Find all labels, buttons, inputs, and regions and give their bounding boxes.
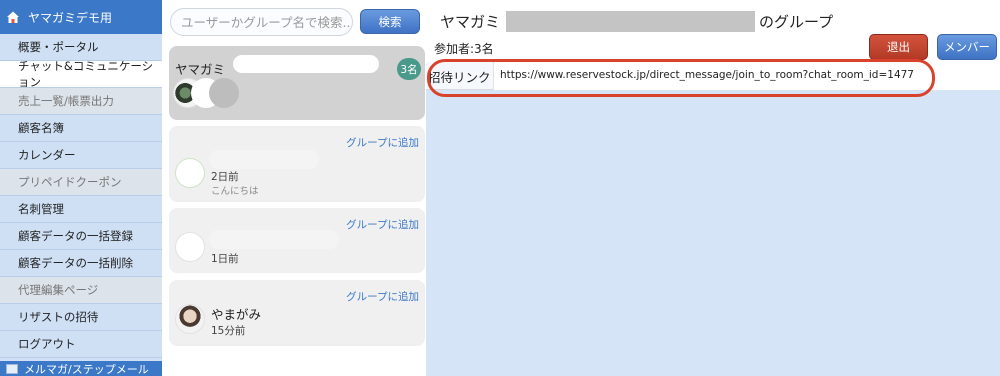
chat-list-item[interactable]: グループに追加 1日前 <box>169 208 425 273</box>
room-title-suffix: のグループ <box>759 13 834 31</box>
avatar <box>175 304 205 334</box>
sidebar-section-label: メルマガ/ステップメール <box>24 363 149 376</box>
sidebar-item-label: 売上一覧/帳票出力 <box>18 94 114 108</box>
chat-list-item[interactable]: グループに追加 2日前 こんにちは <box>169 126 425 202</box>
sidebar-item-invite[interactable]: リザストの招待 <box>0 304 162 331</box>
sidebar-item-calendar[interactable]: カレンダー <box>0 142 162 169</box>
sidebar-item-logout[interactable]: ログアウト <box>0 331 162 358</box>
sidebar-item-label: 代理編集ページ <box>18 283 99 297</box>
sidebar-item-portal[interactable]: 概要・ポータル <box>0 34 162 61</box>
sidebar-item-cards[interactable]: 名刺管理 <box>0 196 162 223</box>
sidebar-item-label: 概要・ポータル <box>18 40 99 54</box>
sidebar-item-label: 顧客データの一括削除 <box>18 256 133 270</box>
room-title: ヤマガミ のグループ <box>440 11 833 32</box>
sidebar-item-bulk-delete[interactable]: 顧客データの一括削除 <box>0 250 162 277</box>
home-icon <box>6 10 20 24</box>
chat-list-item[interactable]: ヤマガミ 3名 <box>169 46 425 120</box>
room-title-prefix: ヤマガミ <box>440 13 501 31</box>
member-count-badge: 3名 <box>397 58 421 80</box>
sidebar-section-mail[interactable]: メルマガ/ステップメール <box>0 361 162 376</box>
sidebar-item-proxy-edit: 代理編集ページ <box>0 277 162 304</box>
chat-time: 2日前 <box>211 171 239 183</box>
chat-name: やまがみ <box>211 307 262 322</box>
members-button[interactable]: メンバー <box>937 34 997 60</box>
sidebar-item-label: 顧客名簿 <box>18 121 64 135</box>
sidebar-item-label: ログアウト <box>18 337 76 351</box>
mail-icon <box>6 364 18 374</box>
search-input[interactable] <box>170 8 353 36</box>
avatar <box>175 158 205 188</box>
sidebar-item-label: リザストの招待 <box>18 310 99 324</box>
chat-list-item[interactable]: グループに追加 やまがみ 15分前 <box>169 280 425 346</box>
search-bar: 検索 <box>170 8 426 36</box>
sidebar-item-label: プリペイドクーポン <box>18 175 122 189</box>
chat-room-panel: ヤマガミ のグループ 参加者:3名 退出 メンバー 招待リンク https://… <box>426 0 1000 376</box>
sidebar-item-sales: 売上一覧/帳票出力 <box>0 88 162 115</box>
leave-button[interactable]: 退出 <box>869 34 928 60</box>
chat-time: 1日前 <box>211 253 239 265</box>
avatar <box>175 232 205 262</box>
sidebar-item-label: カレンダー <box>18 148 76 162</box>
sidebar-item-label: 顧客データの一括登録 <box>18 229 133 243</box>
add-to-group-link[interactable]: グループに追加 <box>346 289 419 304</box>
sidebar-item-label: チャット&コミュニケーション <box>18 59 154 89</box>
avatar <box>209 78 239 108</box>
sidebar-item-chat[interactable]: チャット&コミュニケーション <box>0 59 162 89</box>
invite-link-label: 招待リンク <box>428 70 491 85</box>
add-to-group-link[interactable]: グループに追加 <box>346 135 419 150</box>
sidebar-item-coupon: プリペイドクーポン <box>0 169 162 196</box>
sidebar-header-label: ヤマガミデモ用 <box>28 10 113 25</box>
redacted-name <box>209 150 319 169</box>
member-count: 参加者:3名 <box>434 42 494 56</box>
sidebar-item-label: 名刺管理 <box>18 202 64 216</box>
chat-list-panel: 検索 ヤマガミ 3名 グループに追加 2日前 こんにちは グループに追加 1日前… <box>162 0 426 376</box>
add-to-group-link[interactable]: グループに追加 <box>346 217 419 232</box>
chat-time: 15分前 <box>211 325 246 337</box>
sidebar-item-bulk-import[interactable]: 顧客データの一括登録 <box>0 223 162 250</box>
sidebar-header[interactable]: ヤマガミデモ用 <box>0 0 162 34</box>
redacted-name <box>233 55 379 73</box>
invite-link-url[interactable]: https://www.reservestock.jp/direct_messa… <box>500 69 914 81</box>
invite-link-field[interactable]: https://www.reservestock.jp/direct_messa… <box>493 62 1000 90</box>
redacted-name <box>506 11 756 32</box>
chat-name: ヤマガミ <box>175 62 226 77</box>
search-button[interactable]: 検索 <box>360 9 420 34</box>
invite-link-row: 招待リンク https://www.reservestock.jp/direct… <box>426 62 1000 90</box>
chat-preview: こんにちは <box>211 186 259 197</box>
redacted-name <box>209 230 339 249</box>
room-header: ヤマガミ のグループ 参加者:3名 退出 メンバー <box>426 0 1000 63</box>
sidebar: ヤマガミデモ用 概要・ポータル チャット&コミュニケーション 売上一覧/帳票出力… <box>0 0 162 376</box>
sidebar-item-customers[interactable]: 顧客名簿 <box>0 115 162 142</box>
